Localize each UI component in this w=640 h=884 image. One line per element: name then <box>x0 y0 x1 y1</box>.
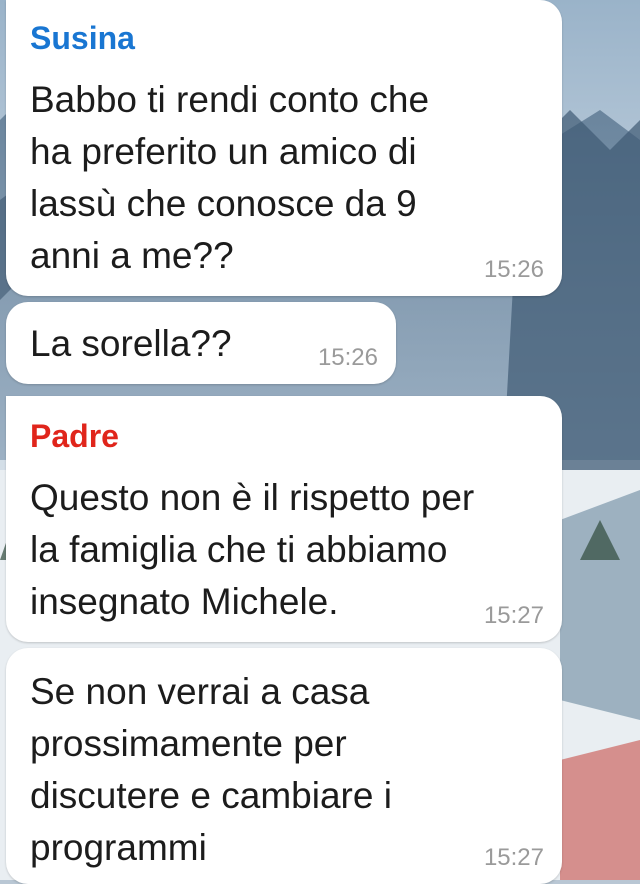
message-timestamp: 15:26 <box>483 256 544 283</box>
message-text: La sorella?? <box>30 323 232 364</box>
sender-name[interactable]: Padre <box>30 418 119 454</box>
sender-name[interactable]: Susina <box>30 20 135 56</box>
message-timestamp: 15:26 <box>317 344 378 371</box>
message-timestamp: 15:27 <box>483 844 544 871</box>
message-timestamp: 15:27 <box>483 602 544 629</box>
message-list[interactable]: Susina Babbo ti rendi conto che ha prefe… <box>0 0 640 884</box>
message-text: Babbo ti rendi conto che ha preferito un… <box>30 79 430 276</box>
message-text: Questo non è il rispetto per la famiglia… <box>30 477 475 622</box>
message-bubble[interactable]: Padre Questo non è il rispetto per la fa… <box>6 396 562 642</box>
message-bubble[interactable]: Se non verrai a casa prossimamente per d… <box>6 648 562 884</box>
message-bubble[interactable]: Susina Babbo ti rendi conto che ha prefe… <box>6 0 562 296</box>
message-text: Se non verrai a casa prossimamente per d… <box>30 671 392 868</box>
message-bubble[interactable]: La sorella?? 15:26 <box>6 302 396 384</box>
